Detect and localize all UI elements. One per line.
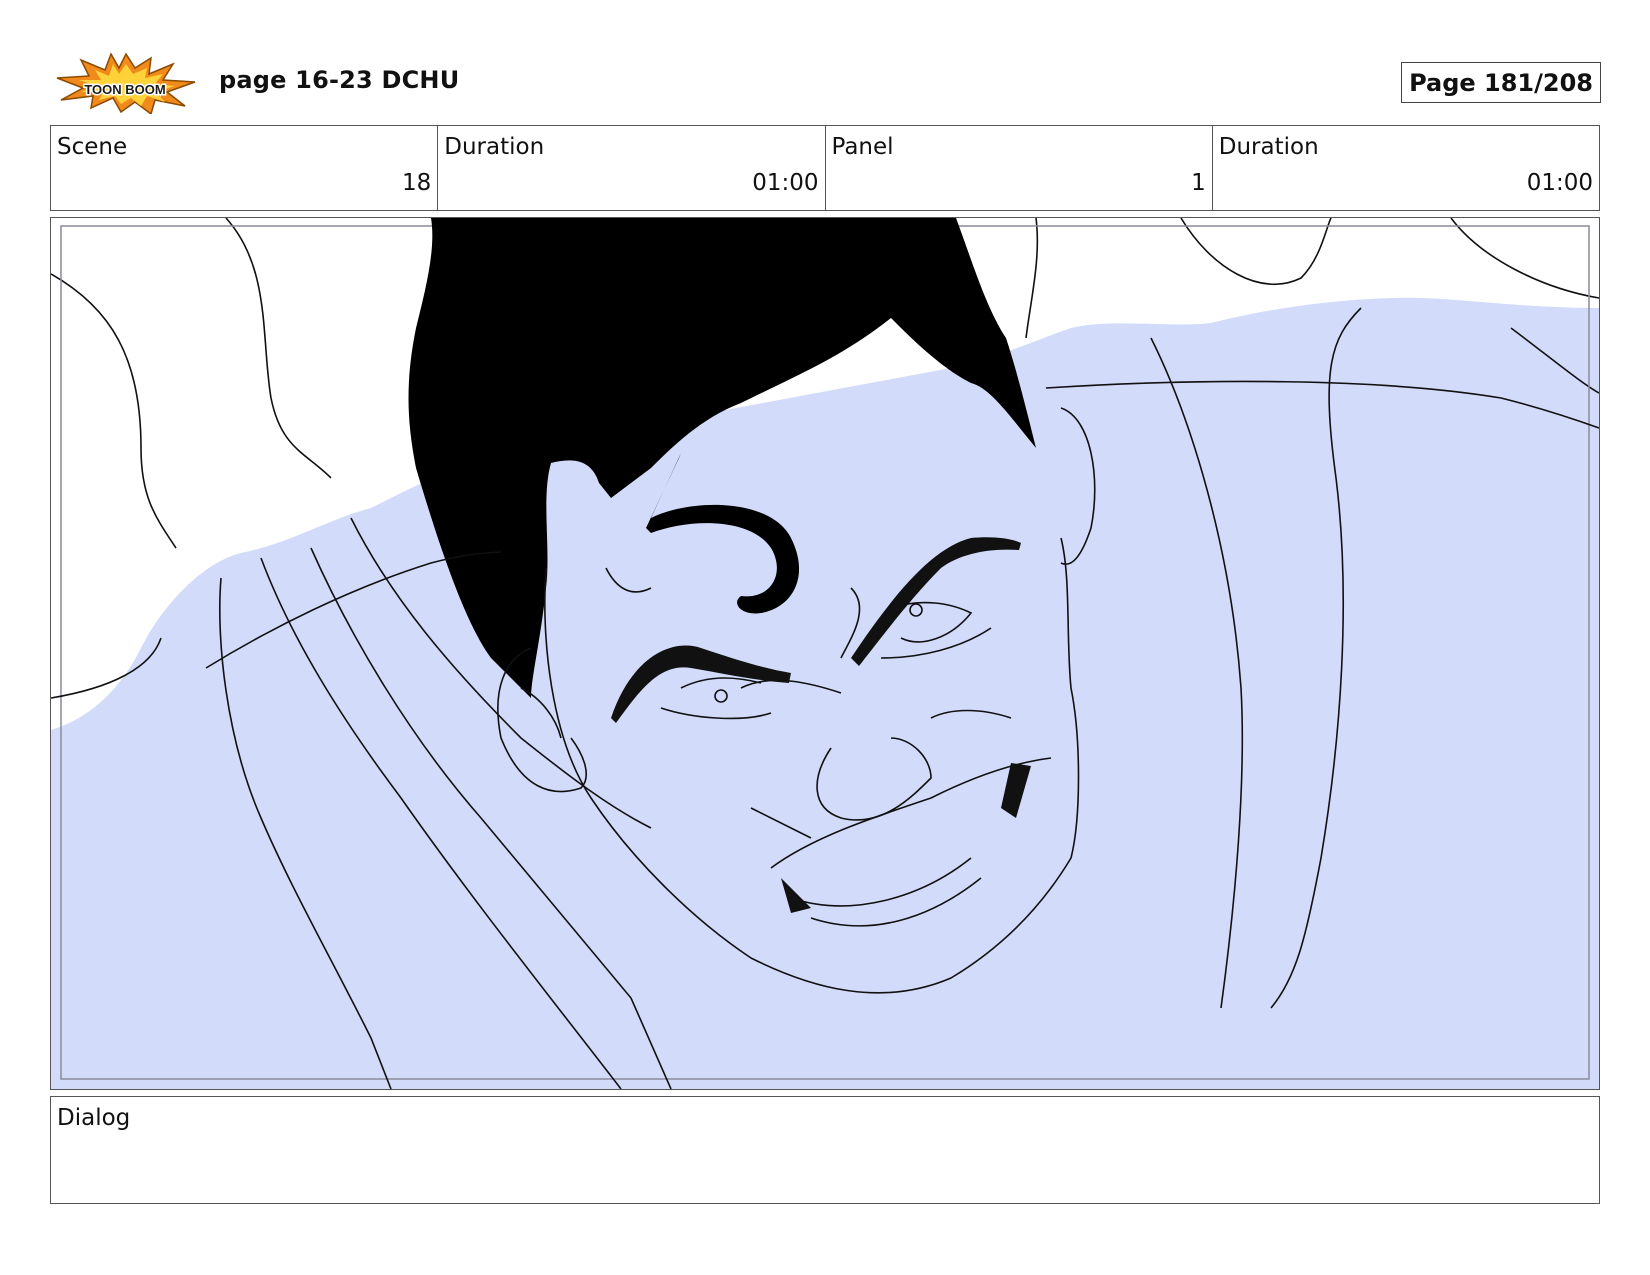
scene-duration-value: 01:00 — [752, 170, 819, 196]
document-title: page 16-23 DCHU — [219, 66, 460, 94]
panel-sketch — [51, 218, 1599, 1089]
toon-boom-logo: TOON BOOM — [55, 52, 197, 116]
scene-value: 18 — [401, 170, 432, 196]
scene-duration-cell: Duration 01:00 — [438, 126, 826, 210]
scene-info-table: Scene 18 Duration 01:00 Panel 1 Duration… — [50, 125, 1600, 211]
storyboard-panel — [50, 217, 1600, 1090]
panel-duration-value: 01:00 — [1526, 170, 1593, 196]
panel-label: Panel — [831, 134, 894, 160]
page-indicator: Page 181/208 — [1401, 62, 1601, 103]
dialog-box: Dialog — [50, 1096, 1600, 1204]
scene-label: Scene — [57, 134, 128, 160]
panel-duration-label: Duration — [1218, 134, 1319, 160]
panel-duration-cell: Duration 01:00 — [1213, 126, 1599, 210]
panel-value: 1 — [1191, 170, 1206, 196]
scene-duration-label: Duration — [444, 134, 545, 160]
scene-cell: Scene 18 — [51, 126, 439, 210]
panel-cell: Panel 1 — [826, 126, 1213, 210]
logo-text: TOON BOOM — [84, 82, 165, 97]
dialog-label: Dialog — [57, 1105, 131, 1131]
